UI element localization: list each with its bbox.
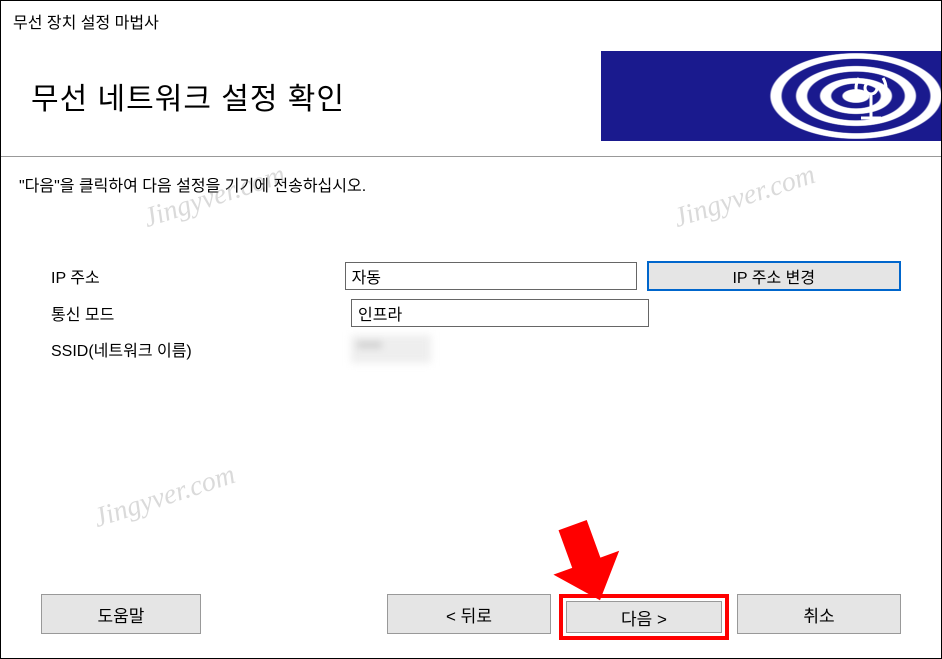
mode-row: 통신 모드 인프라 xyxy=(51,299,901,327)
form-area: IP 주소 자동 IP 주소 변경 통신 모드 인프라 SSID(네트워크 이름… xyxy=(1,211,941,391)
antenna-icon xyxy=(841,66,901,126)
ip-value: 자동 xyxy=(345,262,637,290)
ssid-value: **** xyxy=(351,335,431,363)
next-button-highlight: 다음 > xyxy=(559,594,729,640)
red-arrow-annotation xyxy=(551,516,641,606)
window-title: 무선 장치 설정 마법사 xyxy=(1,1,941,41)
change-ip-button[interactable]: IP 주소 변경 xyxy=(647,261,902,291)
button-bar: 도움말 < 뒤로 다음 > 취소 xyxy=(1,594,941,640)
ip-label: IP 주소 xyxy=(51,264,345,288)
help-button[interactable]: 도움말 xyxy=(41,594,201,634)
back-button[interactable]: < 뒤로 xyxy=(387,594,551,634)
next-button[interactable]: 다음 > xyxy=(566,601,722,633)
header: 무선 네트워크 설정 확인 xyxy=(1,41,941,157)
ip-row: IP 주소 자동 IP 주소 변경 xyxy=(51,261,901,291)
ssid-label: SSID(네트워크 이름) xyxy=(51,337,351,361)
spacer xyxy=(209,594,379,640)
mode-label: 통신 모드 xyxy=(51,301,351,325)
watermark: Jingyver.com xyxy=(90,459,240,535)
instruction-text: "다음"을 클릭하여 다음 설정을 기기에 전송하십시오. xyxy=(1,157,941,211)
ssid-row: SSID(네트워크 이름) **** xyxy=(51,335,901,363)
page-title: 무선 네트워크 설정 확인 xyxy=(31,74,345,118)
mode-value: 인프라 xyxy=(351,299,649,327)
wireless-logo xyxy=(601,51,941,141)
cancel-button[interactable]: 취소 xyxy=(737,594,901,634)
